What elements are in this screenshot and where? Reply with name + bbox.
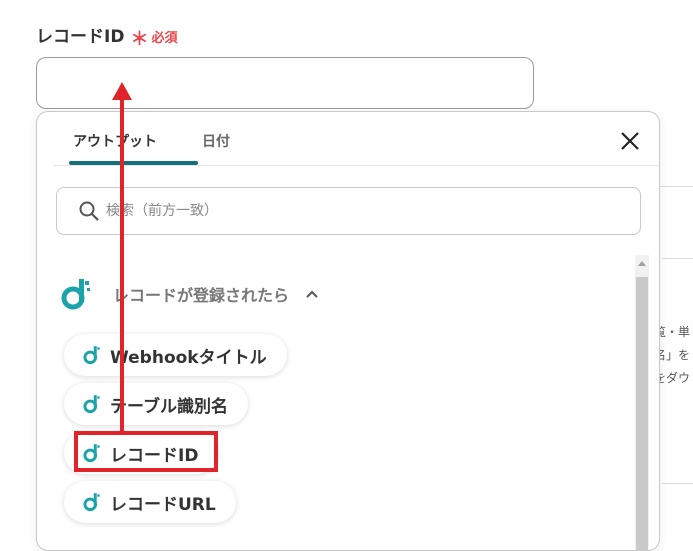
item-label: レコードID bbox=[110, 445, 199, 466]
output-item-record-url[interactable]: レコードURL bbox=[64, 481, 236, 523]
required-indicator: ＊ 必須 bbox=[130, 27, 178, 50]
output-item-record-id[interactable]: レコードID bbox=[64, 432, 219, 474]
app-logo-icon bbox=[83, 444, 100, 463]
required-label: 必須 bbox=[151, 31, 178, 46]
search-icon bbox=[79, 201, 99, 221]
field-label-text: レコードID bbox=[36, 27, 125, 47]
app-logo-icon bbox=[83, 395, 100, 414]
item-label: レコードURL bbox=[110, 494, 216, 515]
group-title: レコードが登録されたら bbox=[113, 286, 290, 305]
app-logo-icon bbox=[61, 279, 90, 310]
item-label: テーブル識別名 bbox=[110, 396, 228, 417]
active-tab-indicator bbox=[69, 161, 198, 165]
app-logo-icon bbox=[83, 346, 100, 365]
close-icon bbox=[621, 132, 639, 150]
search-box bbox=[56, 187, 641, 235]
app-logo-icon bbox=[83, 493, 100, 512]
output-item-table-name[interactable]: テーブル識別名 bbox=[64, 383, 248, 425]
tab-date[interactable]: 日付 bbox=[202, 131, 230, 151]
close-button[interactable] bbox=[619, 130, 641, 152]
required-asterisk: ＊ bbox=[130, 29, 149, 50]
tab-bar: アウトプット 日付 bbox=[53, 112, 659, 166]
output-item-webhook-title[interactable]: Webhookタイトル bbox=[64, 334, 287, 376]
item-label: Webhookタイトル bbox=[110, 347, 267, 368]
tab-output[interactable]: アウトプット bbox=[73, 131, 157, 151]
trigger-group-header[interactable]: レコードが登録されたら bbox=[59, 277, 319, 311]
scroll-thumb[interactable] bbox=[636, 277, 648, 550]
search-input[interactable] bbox=[104, 202, 588, 220]
record-id-input[interactable] bbox=[36, 57, 534, 109]
scrollbar[interactable] bbox=[635, 255, 649, 550]
field-label: レコードID ＊ 必須 bbox=[36, 22, 178, 50]
chevron-up-icon bbox=[306, 290, 318, 298]
scroll-up-arrow-icon[interactable] bbox=[638, 261, 646, 266]
